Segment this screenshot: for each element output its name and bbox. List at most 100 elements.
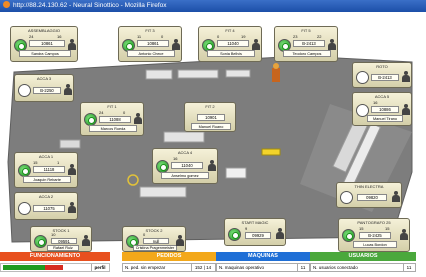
right-count: 19: [241, 34, 246, 39]
left-count: 24: [99, 110, 104, 115]
status-indicator-icon: [18, 84, 31, 97]
panel-title: ACCA 3: [36, 76, 52, 81]
operator-icon: [68, 39, 76, 50]
panel-acca3[interactable]: ACCA 3 B-2250: [14, 74, 74, 102]
footer-label: N. usuarios conectado: [313, 265, 358, 270]
operator-icon: [172, 39, 180, 50]
operator-name: Joaquin Rebarte: [23, 176, 71, 183]
order-value: 09591: [51, 238, 77, 244]
operator-icon: [208, 160, 216, 171]
perf-bar-icon: [3, 265, 63, 270]
panel-fit3[interactable]: FIT 3 11 0 10861 Antonio Chece: [118, 26, 182, 62]
order-value: B-2425: [359, 232, 391, 239]
status-indicator-icon: [34, 235, 47, 248]
operator-icon: [68, 164, 76, 175]
footer-maquinas[interactable]: MAQUINAS N. maquinas operativo 11: [216, 252, 310, 277]
order-value: B-2413: [293, 40, 325, 47]
right-count: 0: [161, 34, 164, 39]
operator-name: Manuel Ruano: [191, 123, 231, 130]
panel-title: FIT 3: [145, 28, 155, 33]
panel-title: FIT 4: [225, 28, 235, 33]
footer-row: perfil: [0, 263, 110, 272]
operator-icon: [64, 84, 72, 95]
operator-name: Marcos Rueda: [89, 125, 137, 132]
panel-title: ASSEMBLAGGIO: [27, 28, 60, 33]
left-count: 16: [173, 156, 178, 161]
left-count: 10: [51, 232, 56, 237]
panel-roto[interactable]: ROTO B-2413: [352, 62, 412, 88]
footer-row: N. ped. sin empezar 152 | 14: [122, 263, 216, 272]
operator-icon: [392, 191, 400, 202]
footer-header: MAQUINAS: [216, 252, 310, 261]
order-value: B-2413: [371, 74, 399, 81]
operator-icon: [176, 235, 184, 246]
order-value: B-2250: [33, 87, 61, 94]
panel-fit1[interactable]: FIT 1 24 0 11088 Marcos Rueda: [80, 102, 144, 136]
panel-pantografo[interactable]: PANTOGRAFO 25 15 15 B-2425 Lucas Bordon: [338, 218, 410, 252]
status-indicator-icon: [340, 191, 353, 204]
order-value: 10861: [29, 40, 65, 47]
order-value: null: [143, 238, 169, 244]
status-indicator-icon: [228, 228, 241, 241]
operator-name: Antonio Chece: [127, 50, 175, 57]
panel-title: STOCK 1: [52, 228, 70, 233]
left-count: 15: [33, 160, 38, 165]
panel-title: FIT 2: [205, 104, 215, 109]
footer-funcionamiento[interactable]: FUNCIONAMIENTO perfil: [0, 252, 110, 277]
operator-name: Rafael Ruiz: [47, 245, 79, 251]
plant-view: ASSEMBLAGGIO 24 16 10861 Sandra Campos F…: [0, 12, 426, 252]
panel-fit4[interactable]: FIT 4 0 19 11040 Sonia Bellvis: [198, 26, 262, 62]
operator-name: Sonia Bellvis: [207, 50, 255, 57]
panel-title: ACCA 2: [38, 194, 54, 199]
panel-title: START MAGIC: [241, 220, 269, 225]
panel-acca2[interactable]: ACCA 2 11075: [14, 192, 78, 220]
order-value: 10886: [371, 106, 399, 113]
right-count: 1: [57, 160, 60, 165]
panel-title: ACCA 4: [177, 150, 193, 155]
operator-icon: [402, 71, 410, 82]
footer-row: N. maquinas operativo 11: [216, 263, 310, 272]
operator-name: Manuel Tirano: [367, 115, 403, 122]
order-value: 11088: [99, 116, 131, 123]
footer-label: N. ped. sin empezar: [125, 265, 166, 270]
panel-assemblaggio[interactable]: ASSEMBLAGGIO 24 16 10861 Sandra Campos: [10, 26, 78, 62]
left-count: 0: [143, 232, 146, 237]
operator-name: Teodoro Campos: [283, 50, 331, 57]
order-value: 10861: [137, 40, 169, 47]
right-count: 15: [385, 226, 390, 231]
footer-usuarios[interactable]: USUARIOS N. usuarios conectado 11: [310, 252, 416, 277]
operator-icon: [134, 113, 142, 124]
left-count: 15: [359, 226, 364, 231]
summary-footer: FUNCIONAMIENTO perfil PEDIDOS N. ped. si…: [0, 252, 426, 277]
operator-icon: [252, 39, 260, 50]
panel-startmagic[interactable]: START MAGIC 9 09929: [224, 218, 286, 246]
panel-title: FIT 5: [301, 28, 311, 33]
footer-pedidos[interactable]: PEDIDOS N. ped. sin empezar 152 | 14: [122, 252, 216, 277]
panel-title: THIN ELECTRA: [354, 184, 384, 189]
right-count: 16: [57, 34, 62, 39]
left-count: 0: [217, 34, 220, 39]
panel-acca1[interactable]: ACCA 1 15 1 11118 Joaquin Rebarte: [14, 152, 78, 188]
panel-thinelectra[interactable]: THIN ELECTRA 09820: [336, 182, 402, 208]
order-value: 11040: [217, 40, 249, 47]
panel-stock1[interactable]: STOCK 1 10 09591 Rafael Ruiz: [30, 226, 92, 252]
panel-stock2[interactable]: STOCK 2 0 null Cristina Pragenmeister: [122, 226, 186, 252]
panel-acca4[interactable]: ACCA 4 16 11040 Anselmo gomez: [152, 148, 218, 184]
panel-fit2[interactable]: FIT 2 10901 Manuel Ruano: [184, 102, 236, 132]
order-value: 09820: [357, 194, 387, 201]
order-value: 11040: [171, 162, 203, 169]
operator-name: Lucas Bordon: [353, 241, 397, 248]
panel-acca5[interactable]: ACCA 5 16 10886 Manuel Tirano: [352, 92, 412, 126]
panel-fit5[interactable]: FIT 5 23 22 B-2413 Teodoro Campos: [274, 26, 338, 62]
panel-title: ACCA 5: [374, 94, 390, 99]
operator-icon: [402, 104, 410, 115]
order-value: 09929: [245, 232, 271, 239]
panel-title: ACCA 1: [38, 154, 54, 159]
footer-value: perfil: [91, 264, 108, 271]
window-titlebar: http://88.24.130.62 - Neural Sinottico -…: [0, 0, 426, 12]
firefox-icon: [3, 1, 10, 8]
panel-title: ROTO: [376, 64, 388, 69]
operator-name: Sandra Campos: [19, 50, 71, 57]
left-count: 11: [137, 34, 142, 39]
status-indicator-icon: [356, 71, 369, 84]
